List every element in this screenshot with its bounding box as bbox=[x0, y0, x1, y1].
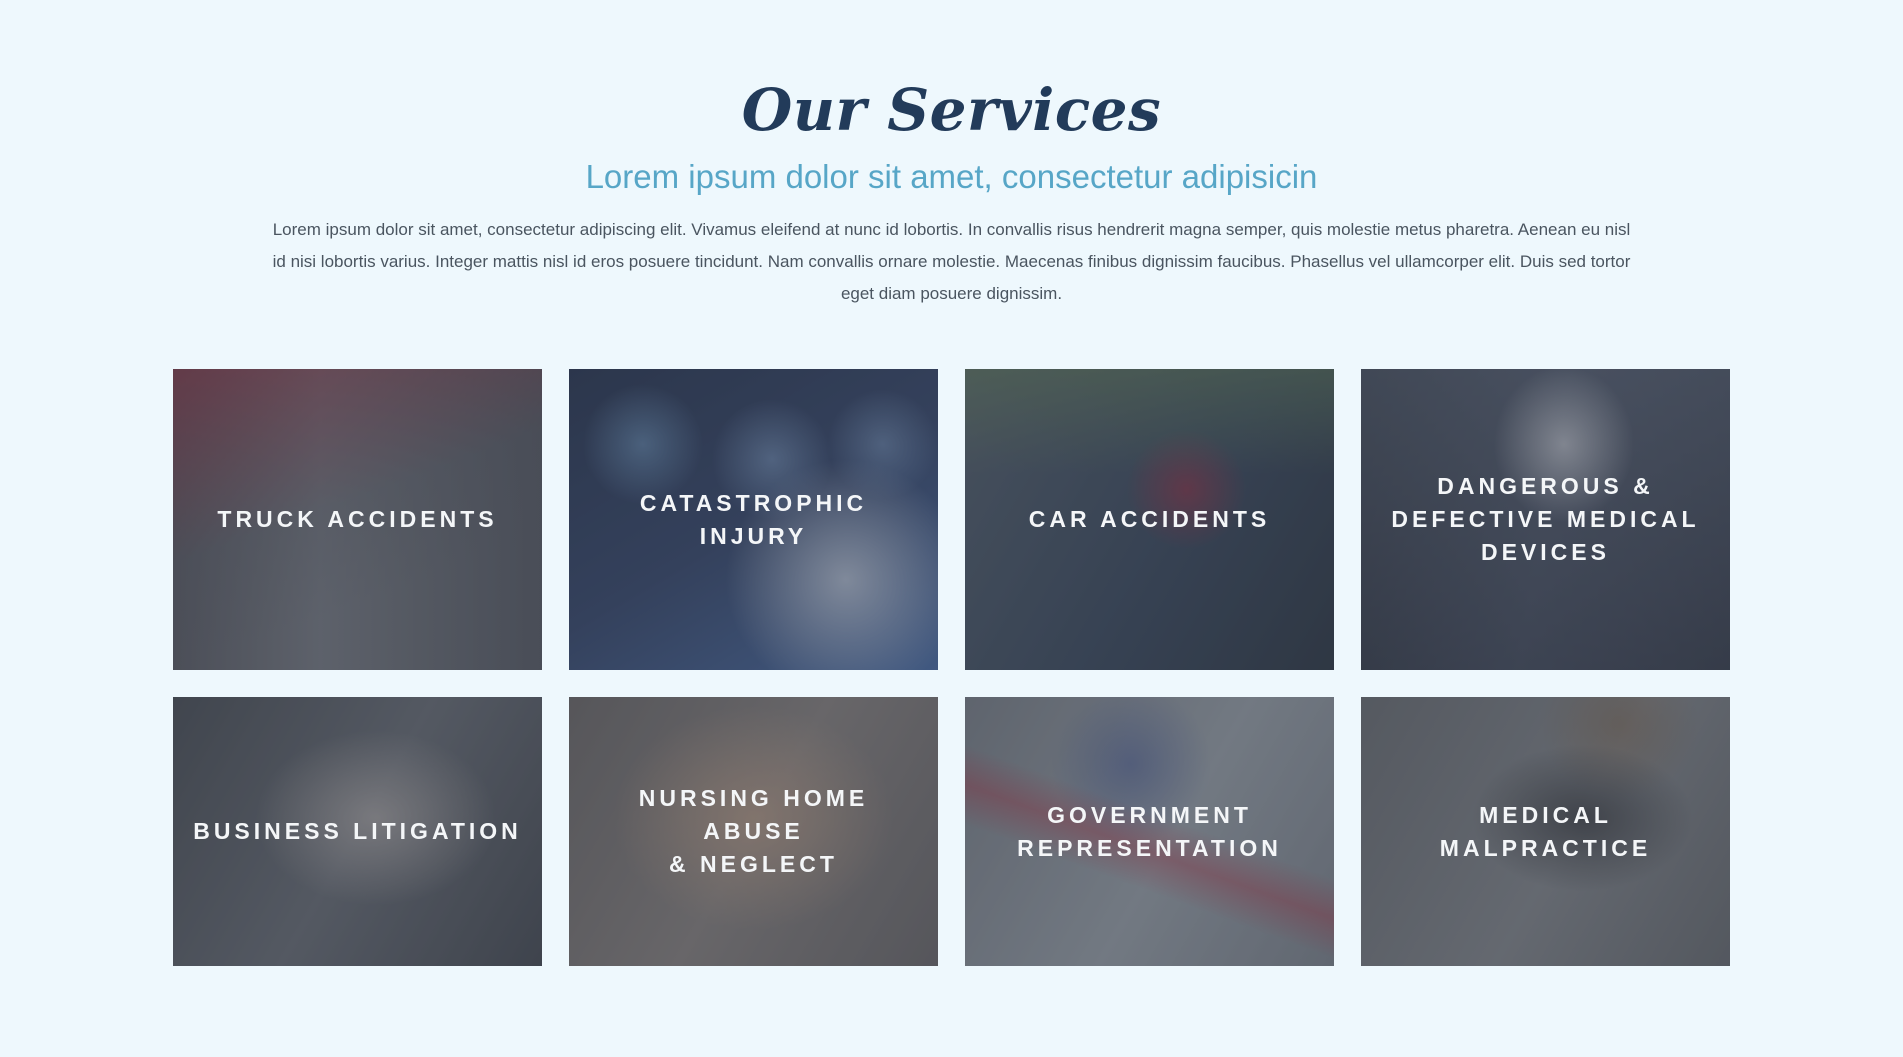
services-page: Our Services Lorem ipsum dolor sit amet,… bbox=[0, 0, 1903, 1057]
section-title: Our Services bbox=[741, 76, 1162, 144]
service-card-label: MEDICAL MALPRACTICE bbox=[1439, 801, 1652, 861]
service-card-label: NURSING HOME ABUSE & NEGLECT bbox=[638, 785, 869, 877]
service-card-label: CAR ACCIDENTS bbox=[1028, 506, 1271, 532]
service-card-medical-malpractice[interactable]: MEDICAL MALPRACTICE bbox=[1361, 697, 1730, 966]
section-subtitle: Lorem ipsum dolor sit amet, consectetur … bbox=[585, 158, 1318, 195]
service-card-label: TRUCK ACCIDENTS bbox=[217, 506, 498, 532]
service-card-nursing-home-abuse[interactable]: NURSING HOME ABUSE & NEGLECT bbox=[569, 697, 938, 966]
service-card-defective-medical-devices[interactable]: DANGEROUS & DEFECTIVE MEDICAL DEVICES bbox=[1361, 369, 1730, 670]
service-card-label: DANGEROUS & DEFECTIVE MEDICAL DEVICES bbox=[1391, 473, 1700, 565]
service-card-government-representation[interactable]: GOVERNMENT REPRESENTATION bbox=[965, 697, 1334, 966]
service-card-label: CATASTROPHIC INJURY bbox=[639, 489, 868, 549]
service-card-truck-accidents[interactable]: TRUCK ACCIDENTS bbox=[173, 369, 542, 670]
service-card-label: BUSINESS LITIGATION bbox=[193, 818, 522, 844]
service-card-business-litigation[interactable]: BUSINESS LITIGATION bbox=[173, 697, 542, 966]
service-card-car-accidents[interactable]: CAR ACCIDENTS bbox=[965, 369, 1334, 670]
service-card-catastrophic-injury[interactable]: CATASTROPHIC INJURY bbox=[569, 369, 938, 670]
section-description: Lorem ipsum dolor sit amet, consectetur … bbox=[272, 220, 1631, 303]
service-card-label: GOVERNMENT REPRESENTATION bbox=[1017, 801, 1282, 861]
